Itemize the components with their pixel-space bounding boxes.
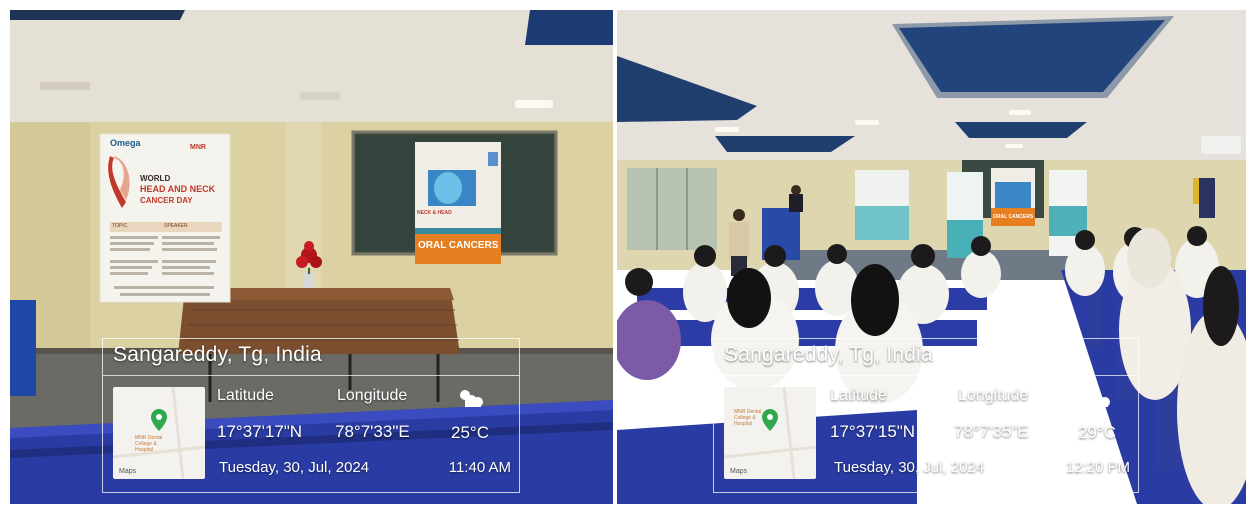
longitude-value: 78°7'33"E — [335, 422, 410, 441]
standee-bottom-line: ORAL CANCERS — [993, 214, 1034, 220]
latitude-label: Latitude — [830, 387, 887, 404]
time-text: 12:20 PM — [1065, 459, 1130, 476]
location-title: Sangareddy, Tg, India — [113, 343, 322, 366]
map-background — [113, 387, 205, 479]
banner-title-2: HEAD AND NECK — [140, 184, 216, 194]
temperature-value: 29°C — [1078, 423, 1116, 442]
photo-right: ORAL CANCERS Sangareddy, Tg, India MNR D… — [617, 10, 1246, 504]
temperature-value: 25°C — [451, 423, 489, 442]
banner-col-topic: TOPIC — [112, 223, 128, 229]
gps-overlay-left: Sangareddy, Tg, India MNR Dental College… — [102, 338, 520, 493]
longitude-value: 78°7'35"E — [954, 422, 1029, 441]
banner-brand-left: Omega — [110, 138, 141, 148]
map-thumbnail: MNR Dental College & Hospital Maps — [724, 387, 816, 479]
banner-title-3: CANCER DAY — [140, 196, 193, 205]
date-text: Tuesday, 30, Jul, 2024 — [219, 459, 370, 476]
banner-brand-right: MNR — [190, 144, 206, 151]
map-place-label: MNR Dental College & Hospital — [135, 435, 163, 453]
date-text: Tuesday, 30, Jul, 2024 — [834, 459, 985, 476]
cloudy-icon — [1087, 390, 1110, 407]
photo-collage: Omega MNR WORLD HEAD AND NECK CANCER DAY… — [0, 0, 1249, 510]
latitude-value: 17°37'17"N — [217, 422, 303, 441]
longitude-label: Longitude — [958, 387, 1029, 404]
latitude-label: Latitude — [217, 387, 274, 404]
maps-attribution: Maps — [730, 468, 748, 475]
longitude-label: Longitude — [337, 387, 408, 404]
divider — [103, 375, 519, 376]
gps-overlay-right: Sangareddy, Tg, India MNR Dental College… — [713, 338, 1139, 493]
cloudy-icon — [460, 390, 483, 407]
standee-line-1: NECK & HEAD — [417, 210, 452, 216]
standee-line-2: ORAL CANCERS — [418, 240, 499, 251]
divider — [714, 375, 1138, 376]
map-background — [724, 387, 816, 479]
banner-title-1: WORLD — [140, 174, 171, 183]
map-place-label: MNR Dental College & Hospital — [734, 409, 762, 427]
latitude-value: 17°37'15"N — [830, 422, 916, 441]
location-pin-icon — [151, 409, 167, 431]
maps-attribution: Maps — [119, 468, 137, 475]
photo-left: Omega MNR WORLD HEAD AND NECK CANCER DAY… — [10, 10, 613, 504]
location-title: Sangareddy, Tg, India — [724, 343, 933, 366]
time-text: 11:40 AM — [448, 459, 511, 476]
map-thumbnail: MNR Dental College & Hospital Maps — [113, 387, 205, 479]
banner-col-speaker: SPEAKER — [164, 223, 188, 229]
